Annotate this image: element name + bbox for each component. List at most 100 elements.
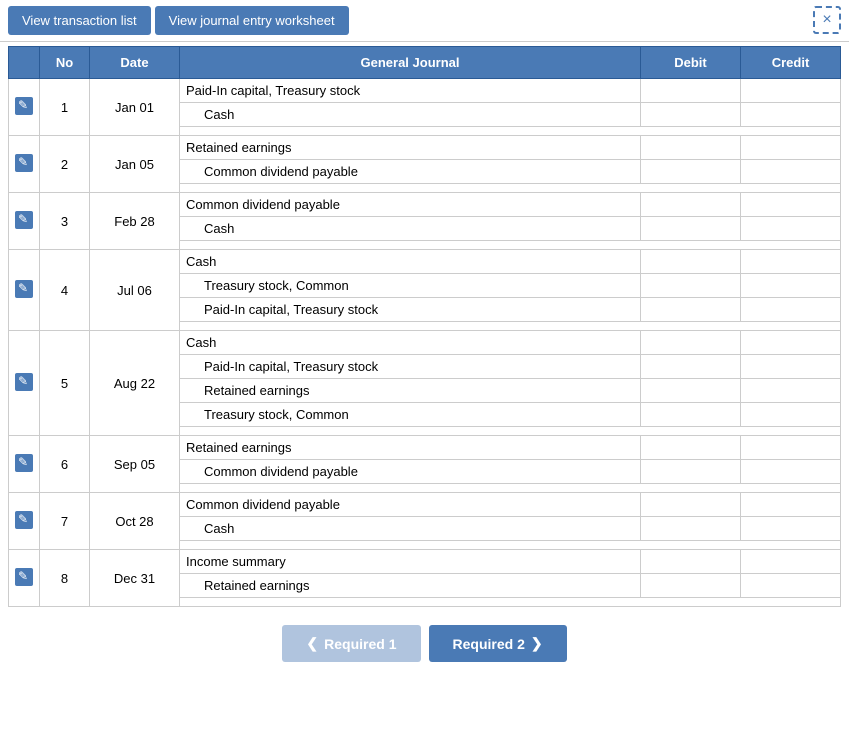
account-cell: Cash <box>180 331 641 355</box>
credit-cell <box>741 355 841 379</box>
table-row: 4Jul 06Cash <box>9 250 841 274</box>
prev-chevron-icon: ❮ <box>306 635 318 652</box>
edit-cell <box>9 193 40 250</box>
edit-icon[interactable] <box>15 211 33 229</box>
debit-cell <box>641 403 741 427</box>
debit-cell <box>641 250 741 274</box>
table-row: 2Jan 05Retained earnings <box>9 136 841 160</box>
debit-cell <box>641 160 741 184</box>
debit-cell <box>641 193 741 217</box>
close-button[interactable]: × <box>813 6 841 34</box>
top-bar-buttons: View transaction list View journal entry… <box>8 6 349 35</box>
credit-cell <box>741 160 841 184</box>
edit-icon[interactable] <box>15 97 33 115</box>
credit-cell <box>741 103 841 127</box>
required2-label: Required 2 <box>453 636 525 652</box>
table-row: 3Feb 28Common dividend payable <box>9 193 841 217</box>
debit-cell <box>641 298 741 322</box>
credit-cell <box>741 436 841 460</box>
credit-cell <box>741 193 841 217</box>
credit-cell <box>741 331 841 355</box>
edit-cell <box>9 436 40 493</box>
debit-cell <box>641 274 741 298</box>
table-header-row: No Date General Journal Debit Credit <box>9 47 841 79</box>
account-cell: Retained earnings <box>180 436 641 460</box>
account-cell: Common dividend payable <box>180 493 641 517</box>
header-credit: Credit <box>741 47 841 79</box>
account-cell: Retained earnings <box>180 574 641 598</box>
journal-table-container: No Date General Journal Debit Credit 1Ja… <box>0 42 849 607</box>
credit-cell <box>741 493 841 517</box>
credit-cell <box>741 517 841 541</box>
required2-button[interactable]: Required 2 ❯ <box>429 625 567 662</box>
debit-cell <box>641 574 741 598</box>
account-cell: Treasury stock, Common <box>180 274 641 298</box>
date-cell: Oct 28 <box>90 493 180 550</box>
no-cell: 5 <box>40 331 90 436</box>
credit-cell <box>741 79 841 103</box>
debit-cell <box>641 217 741 241</box>
credit-cell <box>741 379 841 403</box>
no-cell: 7 <box>40 493 90 550</box>
date-cell: Jan 05 <box>90 136 180 193</box>
header-edit <box>9 47 40 79</box>
view-transaction-button[interactable]: View transaction list <box>8 6 151 35</box>
edit-cell <box>9 331 40 436</box>
account-cell: Paid-In capital, Treasury stock <box>180 79 641 103</box>
no-cell: 6 <box>40 436 90 493</box>
edit-cell <box>9 550 40 607</box>
credit-cell <box>741 136 841 160</box>
date-cell: Aug 22 <box>90 331 180 436</box>
edit-icon[interactable] <box>15 280 33 298</box>
credit-cell <box>741 298 841 322</box>
date-cell: Sep 05 <box>90 436 180 493</box>
view-worksheet-button[interactable]: View journal entry worksheet <box>155 6 349 35</box>
no-cell: 2 <box>40 136 90 193</box>
required1-label: Required 1 <box>324 636 396 652</box>
account-cell: Cash <box>180 103 641 127</box>
date-cell: Dec 31 <box>90 550 180 607</box>
account-cell: Common dividend payable <box>180 193 641 217</box>
debit-cell <box>641 355 741 379</box>
edit-icon[interactable] <box>15 511 33 529</box>
debit-cell <box>641 550 741 574</box>
account-cell: Cash <box>180 250 641 274</box>
debit-cell <box>641 460 741 484</box>
table-row: 8Dec 31Income summary <box>9 550 841 574</box>
edit-cell <box>9 79 40 136</box>
account-cell: Cash <box>180 217 641 241</box>
debit-cell <box>641 379 741 403</box>
edit-cell <box>9 493 40 550</box>
debit-cell <box>641 331 741 355</box>
header-journal: General Journal <box>180 47 641 79</box>
account-cell: Cash <box>180 517 641 541</box>
header-date: Date <box>90 47 180 79</box>
edit-icon[interactable] <box>15 373 33 391</box>
account-cell: Retained earnings <box>180 379 641 403</box>
debit-cell <box>641 517 741 541</box>
required1-button[interactable]: ❮ Required 1 <box>282 625 420 662</box>
debit-cell <box>641 136 741 160</box>
account-cell: Common dividend payable <box>180 160 641 184</box>
journal-table: No Date General Journal Debit Credit 1Ja… <box>8 46 841 607</box>
account-cell: Treasury stock, Common <box>180 403 641 427</box>
table-row: 1Jan 01Paid-In capital, Treasury stock <box>9 79 841 103</box>
credit-cell <box>741 274 841 298</box>
footer: ❮ Required 1 Required 2 ❯ <box>0 611 849 676</box>
top-bar: View transaction list View journal entry… <box>0 0 849 42</box>
date-cell: Jul 06 <box>90 250 180 331</box>
debit-cell <box>641 103 741 127</box>
edit-icon[interactable] <box>15 154 33 172</box>
account-cell: Paid-In capital, Treasury stock <box>180 355 641 379</box>
credit-cell <box>741 403 841 427</box>
account-cell: Paid-In capital, Treasury stock <box>180 298 641 322</box>
edit-cell <box>9 136 40 193</box>
account-cell: Retained earnings <box>180 136 641 160</box>
no-cell: 4 <box>40 250 90 331</box>
date-cell: Feb 28 <box>90 193 180 250</box>
header-no: No <box>40 47 90 79</box>
account-cell: Income summary <box>180 550 641 574</box>
edit-icon[interactable] <box>15 454 33 472</box>
header-debit: Debit <box>641 47 741 79</box>
edit-icon[interactable] <box>15 568 33 586</box>
